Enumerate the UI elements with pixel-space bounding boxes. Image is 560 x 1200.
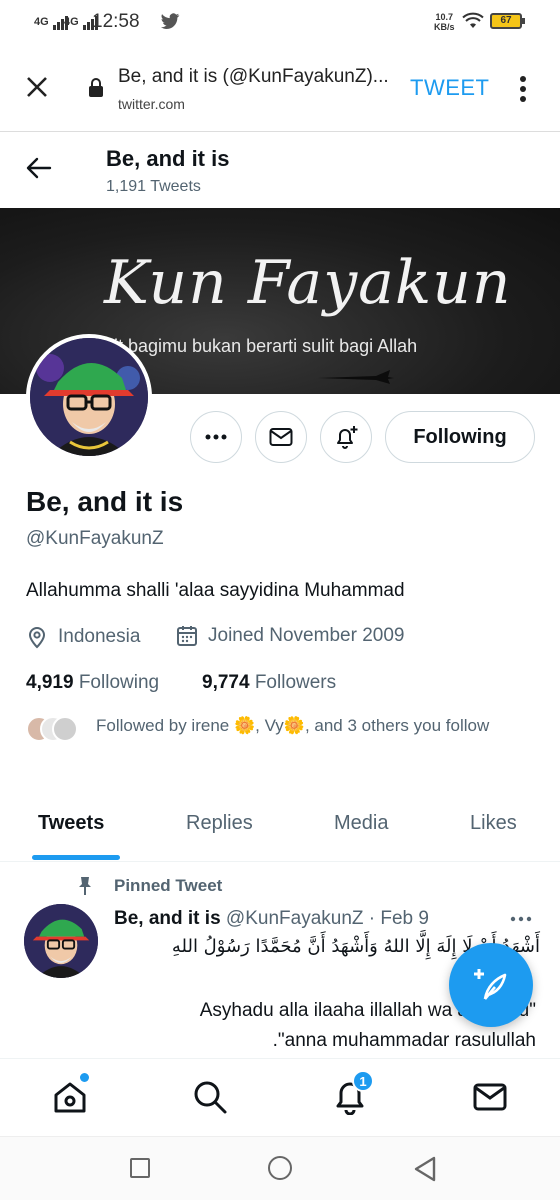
more-options-button[interactable]	[190, 411, 242, 463]
avatar-illustration	[24, 904, 98, 978]
profile-bio: Allahumma shalli 'alaa sayyidina Muhamma…	[26, 580, 405, 601]
home-circle-icon[interactable]	[268, 1156, 292, 1180]
message-button[interactable]	[255, 411, 307, 463]
recent-apps-icon[interactable]	[130, 1158, 150, 1178]
speed-unit: KB/s	[434, 22, 455, 32]
following-label: Following	[78, 672, 160, 693]
profile-avatar[interactable]	[26, 334, 152, 460]
followers-you-know-avatars[interactable]	[26, 716, 82, 744]
tweet-more-icon[interactable]	[510, 916, 532, 922]
tweets-count: 1,191 Tweets	[106, 178, 201, 195]
status-bar: 4G 4G 12:58 10.7 KB/s 67	[0, 0, 560, 44]
airplane-silhouette	[318, 370, 394, 384]
following-stat[interactable]: 4,919 Following	[26, 672, 159, 694]
avatar-illustration	[30, 338, 148, 456]
lock-icon	[89, 78, 103, 97]
tweet-date[interactable]: · Feb 9	[369, 908, 429, 929]
compose-tweet-button[interactable]	[449, 943, 533, 1027]
close-icon[interactable]	[26, 76, 48, 98]
custom-tab-toolbar: Be, and it is (@KunFayakunZ)... twitter.…	[0, 44, 560, 132]
bottom-navigation	[0, 1058, 560, 1136]
tweet-text-line-2: ."anna muhammadar rasulullah	[272, 1030, 536, 1051]
home-new-indicator	[80, 1073, 89, 1082]
search-icon[interactable]	[192, 1079, 228, 1115]
pin-icon	[79, 877, 91, 895]
messages-envelope-icon[interactable]	[472, 1079, 508, 1115]
following-count: 4,919	[26, 672, 74, 693]
tab-likes[interactable]: Likes	[470, 812, 517, 835]
network-speed: 10.7 KB/s	[434, 12, 455, 32]
tab-media[interactable]: Media	[334, 812, 388, 835]
tab-tweets[interactable]: Tweets	[38, 812, 104, 835]
followed-by-text[interactable]: Followed by irene 🌼, Vy🌼, and 3 others y…	[96, 714, 516, 737]
banner-title: Kun Fayakun	[104, 248, 512, 318]
back-triangle-icon[interactable]	[412, 1155, 438, 1183]
active-tab-indicator	[32, 855, 120, 860]
joined-text: Joined November 2009	[208, 625, 405, 646]
back-arrow-icon[interactable]	[26, 156, 52, 180]
location-text: Indonesia	[58, 626, 141, 647]
profile-display-name: Be, and it is	[26, 486, 184, 517]
notification-count-badge: 1	[352, 1070, 374, 1092]
speed-value: 10.7	[435, 12, 454, 22]
profile-location: Indonesia	[26, 625, 140, 649]
profile-joined: Joined November 2009	[176, 625, 404, 647]
profile-handle: @KunFayakunZ	[26, 528, 164, 549]
wifi-icon	[462, 12, 484, 28]
system-navigation-bar	[0, 1136, 560, 1200]
tweet-author-name[interactable]: Be, and it is	[114, 908, 221, 929]
followers-label: Followers	[254, 672, 337, 693]
tweet-button[interactable]: TWEET	[410, 75, 490, 101]
network-type-2: 4G	[64, 16, 79, 28]
tab-replies[interactable]: Replies	[186, 812, 253, 835]
pinned-tweet-label: Pinned Tweet	[114, 876, 223, 895]
feather-plus-icon	[474, 969, 507, 1000]
following-button[interactable]: Following	[385, 411, 535, 463]
calendar-icon	[177, 626, 197, 646]
location-pin-icon	[28, 627, 46, 649]
page-domain: twitter.com	[118, 96, 185, 112]
clock: 12:58	[92, 11, 140, 32]
avatar	[52, 716, 78, 742]
bell-plus-icon	[337, 426, 358, 449]
twitter-bird-icon	[160, 13, 180, 29]
banner-subtitle: lit bagimu bukan berarti sulit bagi Alla…	[110, 336, 418, 356]
tweet-header: Be, and it is @KunFayakunZ · Feb 9	[114, 908, 429, 930]
page-title: Be, and it is (@KunFayakunZ)...	[118, 66, 389, 87]
more-horizontal-icon	[205, 434, 227, 440]
tweet-author-handle: @KunFayakunZ	[225, 908, 364, 929]
followers-stat[interactable]: 9,774 Followers	[202, 672, 336, 694]
tweet-author-avatar[interactable]	[24, 904, 98, 978]
notifications-toggle-button[interactable]	[320, 411, 372, 463]
header-profile-name: Be, and it is	[106, 146, 230, 171]
followers-count: 9,774	[202, 672, 250, 693]
more-vertical-icon[interactable]	[518, 75, 528, 103]
battery-icon: 67	[490, 13, 525, 29]
envelope-icon	[269, 428, 293, 446]
home-icon[interactable]	[52, 1079, 88, 1115]
profile-tabs: Tweets Replies Media Likes	[0, 800, 560, 862]
network-type-1: 4G	[34, 16, 49, 28]
